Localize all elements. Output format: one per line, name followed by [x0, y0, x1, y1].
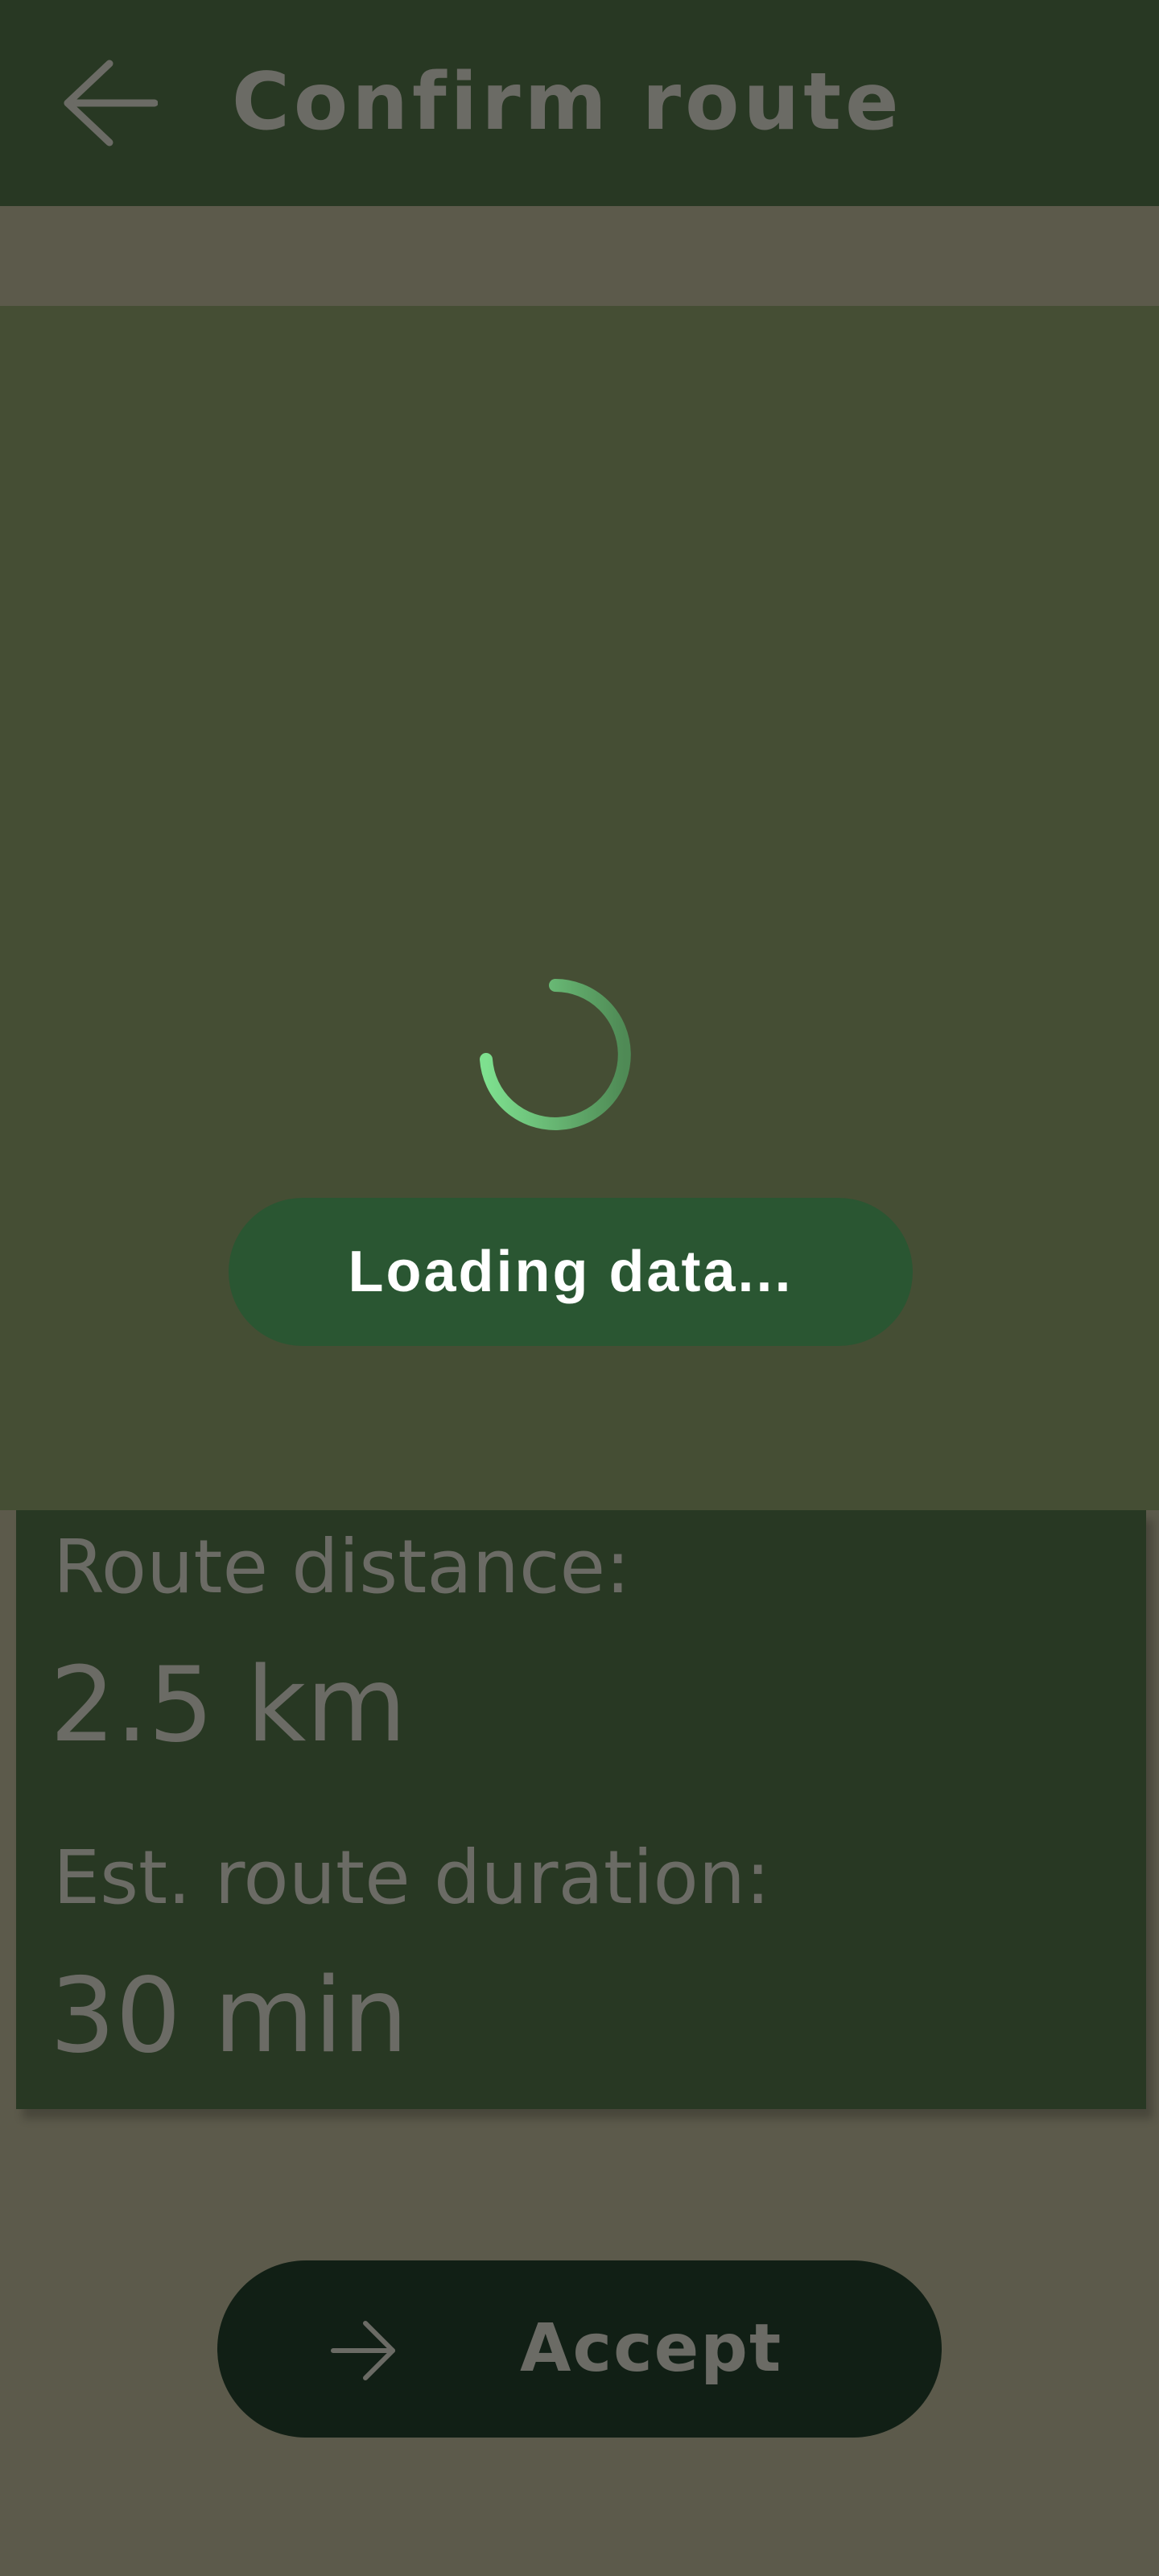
arrow-right-icon	[331, 2321, 395, 2380]
loading-spinner-icon	[480, 979, 631, 1130]
accept-button[interactable]: Accept	[217, 2260, 942, 2438]
top-app-bar: Confirm route	[0, 0, 1159, 206]
page-title: Confirm route	[232, 56, 903, 148]
duration-label: Est. route duration:	[53, 1835, 771, 1921]
route-info-card: Route distance: 2.5 km Est. route durati…	[16, 1510, 1146, 2109]
loading-message: Loading data...	[229, 1198, 913, 1346]
duration-value: 30 min	[50, 1956, 408, 2076]
arrow-left-icon	[64, 60, 158, 147]
back-button[interactable]	[47, 47, 167, 159]
distance-label: Route distance:	[53, 1524, 631, 1610]
distance-value: 2.5 km	[50, 1645, 407, 1765]
map-loading-panel: Loading data...	[0, 306, 1159, 1510]
accept-label: Accept	[520, 2310, 783, 2387]
